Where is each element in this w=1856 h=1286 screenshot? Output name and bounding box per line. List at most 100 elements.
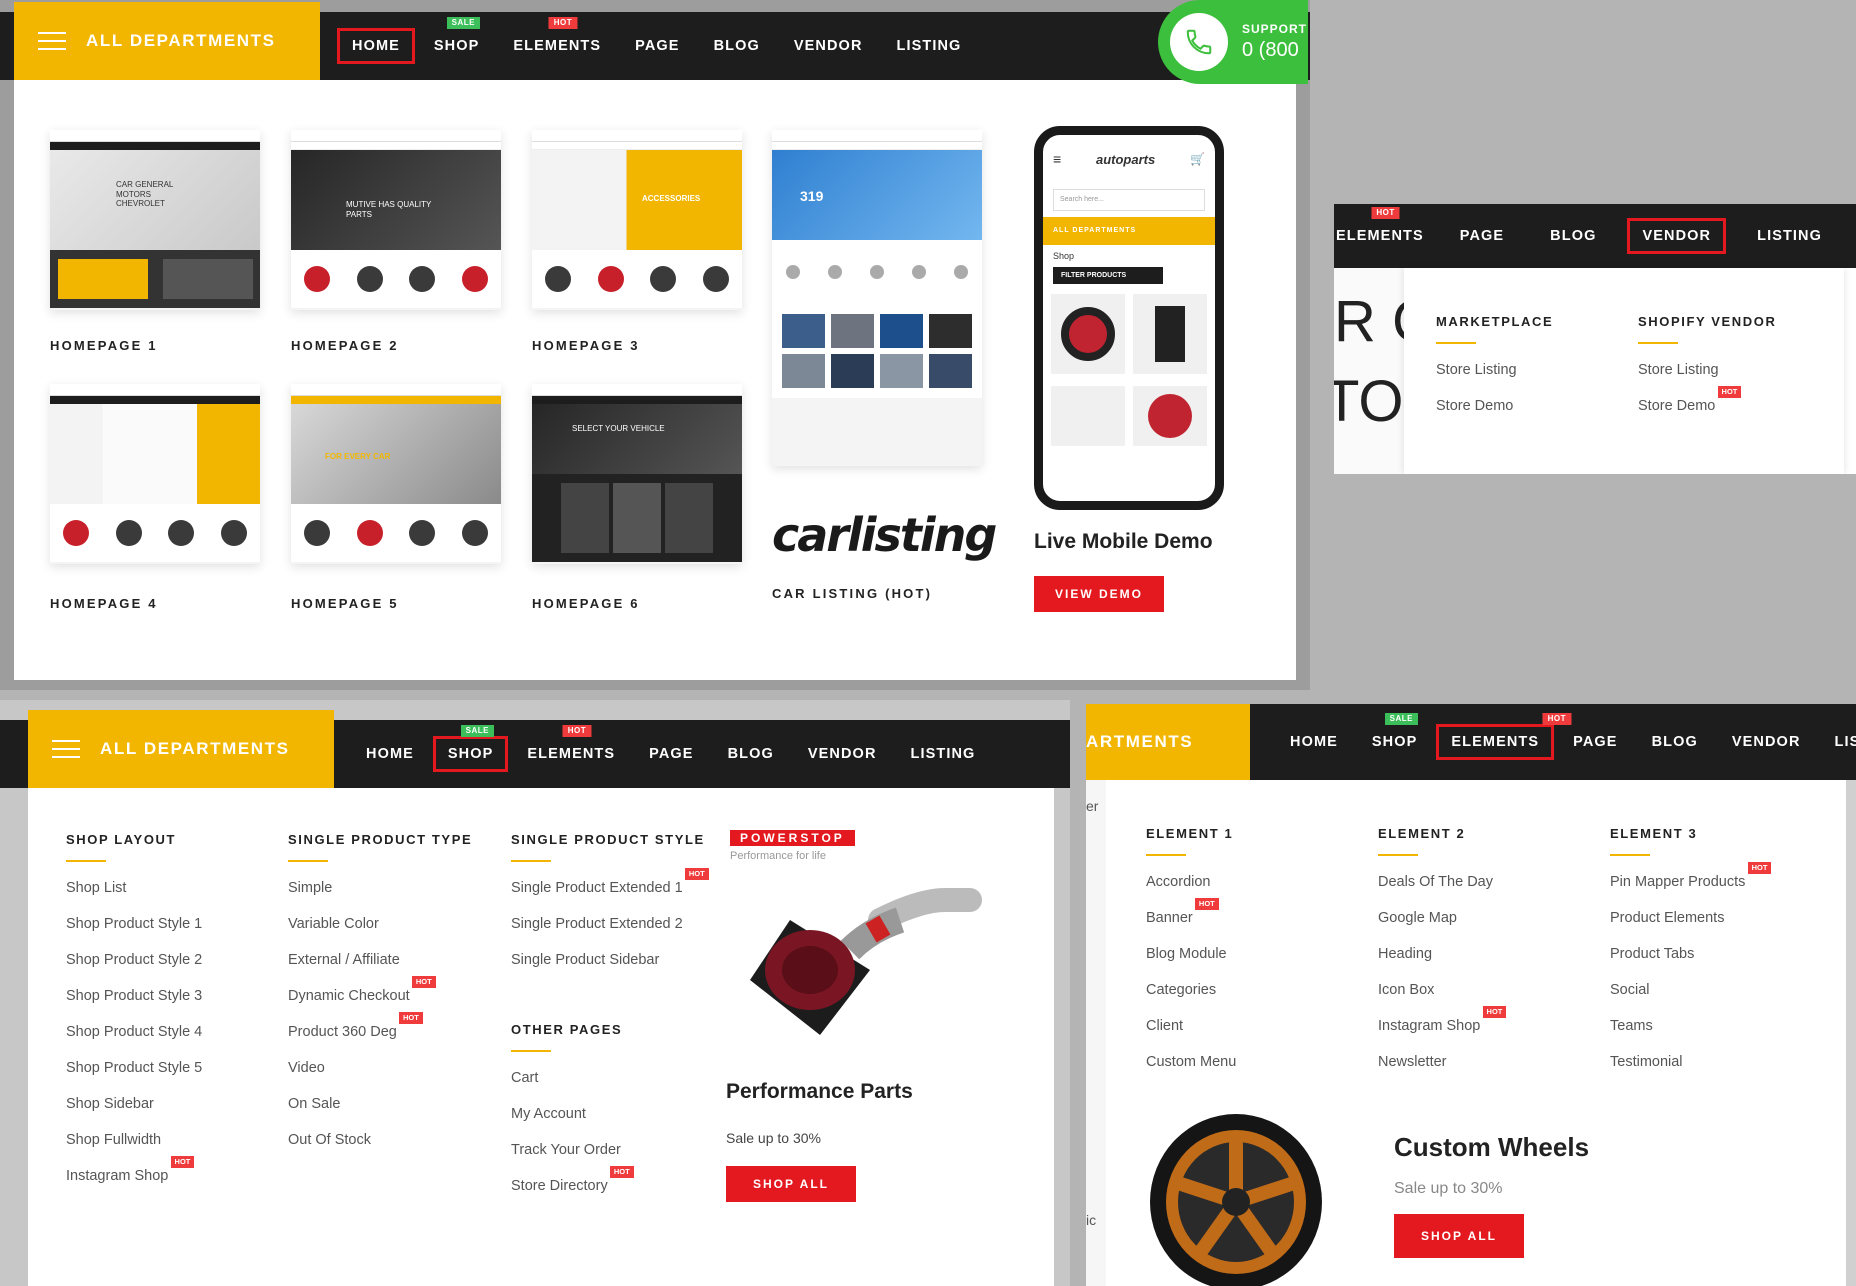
- menu-link[interactable]: Single Product Extended 1 HOT: [511, 868, 709, 896]
- menu-link[interactable]: Banner HOT: [1146, 898, 1219, 926]
- support-widget[interactable]: SUPPORT 0 (800: [1158, 0, 1308, 84]
- nav-home[interactable]: HOME: [337, 28, 415, 64]
- menu-link[interactable]: Deals Of The Day: [1378, 874, 1493, 890]
- nav-page[interactable]: PAGE: [1448, 221, 1516, 251]
- support-number: 0 (800: [1242, 39, 1299, 61]
- nav-blog[interactable]: BLOG: [1538, 221, 1608, 251]
- nav-page[interactable]: PAGE: [1561, 727, 1629, 757]
- all-departments-button[interactable]: ARTMENTS: [1086, 704, 1250, 780]
- shopify-store-listing[interactable]: Store Listing: [1638, 362, 1719, 378]
- menu-link[interactable]: Social: [1610, 982, 1650, 998]
- menu-link[interactable]: Blog Module: [1146, 946, 1227, 962]
- hot-badge: HOT: [684, 868, 709, 880]
- menu-link[interactable]: Heading: [1378, 946, 1432, 962]
- menu-link[interactable]: Google Map: [1378, 910, 1457, 926]
- custom-wheels-shop-all-button[interactable]: SHOP ALL: [1394, 1214, 1524, 1258]
- homepage-5-thumbnail[interactable]: FOR EVERY CAR: [291, 384, 501, 564]
- nav-shop[interactable]: SALE SHOP: [1360, 713, 1430, 757]
- menu-link[interactable]: Instagram Shop HOT: [66, 1156, 195, 1184]
- menu-link[interactable]: Shop Product Style 4: [66, 1024, 202, 1040]
- menu-link[interactable]: Shop Product Style 1: [66, 916, 202, 932]
- menu-link[interactable]: Product Elements: [1610, 910, 1724, 926]
- nav-elements[interactable]: HOT ELEMENTS: [501, 17, 613, 61]
- menu-link[interactable]: Single Product Sidebar: [511, 952, 659, 968]
- nav-elements[interactable]: HOT ELEMENTS: [1336, 207, 1424, 251]
- hot-badge: HOT: [1717, 386, 1742, 398]
- homepage-6-thumbnail[interactable]: SELECT YOUR VEHICLE: [532, 384, 742, 564]
- hot-badge: HOT: [609, 1166, 634, 1178]
- homepage-6-label[interactable]: HOMEPAGE 6: [532, 596, 640, 611]
- nav-listing[interactable]: LISTING: [1823, 727, 1856, 757]
- shopify-store-demo[interactable]: Store Demo HOT: [1638, 386, 1742, 414]
- nav-listing[interactable]: LISTING: [899, 739, 988, 769]
- homepage-4-label[interactable]: HOMEPAGE 4: [50, 596, 158, 611]
- menu-link[interactable]: Shop Product Style 2: [66, 952, 202, 968]
- menu-link[interactable]: Testimonial: [1610, 1054, 1683, 1070]
- product-image: [1133, 386, 1207, 446]
- menu-link[interactable]: Custom Menu: [1146, 1054, 1236, 1070]
- homepage-4-thumbnail[interactable]: [50, 384, 260, 564]
- nav-shop[interactable]: SALE SHOP: [422, 17, 492, 61]
- menu-link[interactable]: Track Your Order: [511, 1142, 621, 1158]
- menu-link[interactable]: Categories: [1146, 982, 1216, 998]
- nav-blog[interactable]: BLOG: [702, 31, 772, 61]
- nav-home[interactable]: HOME: [1278, 727, 1350, 757]
- car-listing-label[interactable]: CAR LISTING (HOT): [772, 586, 932, 601]
- nav-vendor[interactable]: VENDOR: [796, 739, 889, 769]
- menu-link[interactable]: Teams: [1610, 1018, 1653, 1034]
- all-departments-button[interactable]: ALL DEPARTMENTS: [28, 710, 334, 788]
- marketplace-store-listing[interactable]: Store Listing: [1436, 362, 1517, 378]
- view-demo-button[interactable]: VIEW DEMO: [1034, 576, 1164, 612]
- menu-link[interactable]: Cart: [511, 1070, 538, 1086]
- menu-link[interactable]: On Sale: [288, 1096, 340, 1112]
- homepage-2-thumbnail[interactable]: MUTIVE HAS QUALITY PARTS: [291, 130, 501, 310]
- menu-link[interactable]: Simple: [288, 880, 332, 896]
- homepage-1-label[interactable]: HOMEPAGE 1: [50, 338, 158, 353]
- nav-blog[interactable]: BLOG: [716, 739, 786, 769]
- nav-home[interactable]: HOME: [354, 739, 426, 769]
- nav-vendor[interactable]: VENDOR: [1720, 727, 1813, 757]
- menu-link[interactable]: External / Affiliate: [288, 952, 400, 968]
- menu-link[interactable]: Instagram Shop HOT: [1378, 1006, 1507, 1034]
- menu-link[interactable]: Client: [1146, 1018, 1183, 1034]
- menu-link[interactable]: Out Of Stock: [288, 1132, 371, 1148]
- marketplace-store-demo[interactable]: Store Demo: [1436, 398, 1513, 414]
- performance-shop-all-button[interactable]: SHOP ALL: [726, 1166, 856, 1202]
- menu-link[interactable]: Shop Product Style 5: [66, 1060, 202, 1076]
- menu-link[interactable]: My Account: [511, 1106, 586, 1122]
- homepage-5-label[interactable]: HOMEPAGE 5: [291, 596, 399, 611]
- menu-link[interactable]: Shop Sidebar: [66, 1096, 154, 1112]
- menu-link[interactable]: Variable Color: [288, 916, 379, 932]
- nav-listing[interactable]: LISTING: [1745, 221, 1834, 251]
- menu-link[interactable]: Shop Fullwidth: [66, 1132, 161, 1148]
- all-departments-button[interactable]: ALL DEPARTMENTS: [14, 2, 320, 80]
- nav-page[interactable]: PAGE: [637, 739, 705, 769]
- menu-link[interactable]: Shop Product Style 3: [66, 988, 202, 1004]
- element-2-heading: ELEMENT 2: [1378, 826, 1466, 841]
- nav-elements[interactable]: HOT ELEMENTS: [1436, 713, 1572, 760]
- homepage-3-thumbnail[interactable]: ACCESSORIES: [532, 130, 742, 310]
- menu-link[interactable]: Product 360 Deg HOT: [288, 1012, 423, 1040]
- menu-link[interactable]: Accordion: [1146, 874, 1210, 890]
- menu-link[interactable]: Pin Mapper Products HOT: [1610, 862, 1772, 890]
- homepage-2-label[interactable]: HOMEPAGE 2: [291, 338, 399, 353]
- nav-page[interactable]: PAGE: [623, 31, 691, 61]
- menu-link[interactable]: Icon Box: [1378, 982, 1434, 998]
- nav-listing[interactable]: LISTING: [885, 31, 974, 61]
- menu-link[interactable]: Store Directory HOT: [511, 1166, 634, 1194]
- nav-blog[interactable]: BLOG: [1640, 727, 1710, 757]
- nav-elements[interactable]: HOT ELEMENTS: [515, 725, 627, 769]
- menu-link[interactable]: Newsletter: [1378, 1054, 1447, 1070]
- menu-link[interactable]: Product Tabs: [1610, 946, 1694, 962]
- nav-shop[interactable]: SALE SHOP: [432, 725, 509, 772]
- menu-link[interactable]: Shop List: [66, 880, 126, 896]
- menu-link[interactable]: Single Product Extended 2: [511, 916, 683, 932]
- homepage-1-thumbnail[interactable]: CAR GENERAL MOTORS CHEVROLET: [50, 130, 260, 310]
- car-listing-thumbnail[interactable]: 319: [772, 130, 982, 466]
- menu-link[interactable]: Video: [288, 1060, 325, 1076]
- nav-vendor[interactable]: VENDOR: [782, 31, 875, 61]
- mobile-demo-phone[interactable]: ≡ autoparts 🛒 Search here... ALL DEPARTM…: [1034, 126, 1224, 510]
- homepage-3-label[interactable]: HOMEPAGE 3: [532, 338, 640, 353]
- menu-link[interactable]: Dynamic Checkout HOT: [288, 976, 436, 1004]
- nav-vendor[interactable]: VENDOR: [1627, 218, 1727, 254]
